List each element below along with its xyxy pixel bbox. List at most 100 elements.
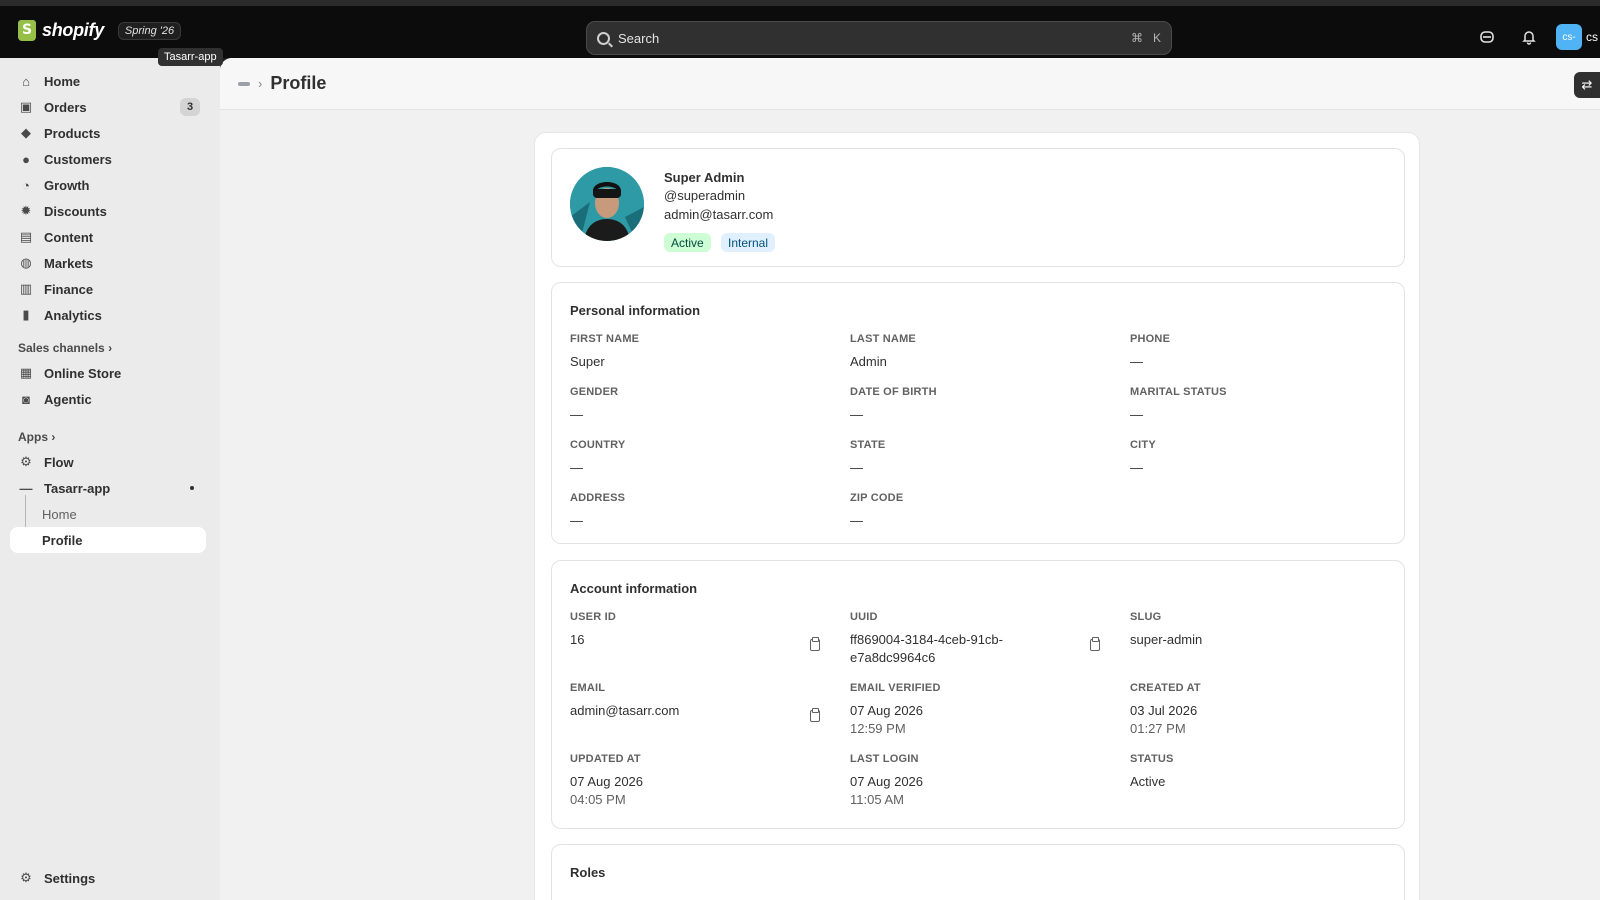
copy-email-icon[interactable] [810, 708, 820, 722]
account-menu[interactable]: cs- cs [1556, 24, 1600, 50]
page-title: Profile [270, 73, 327, 93]
sidebar-item-online-store[interactable]: ▦ Online Store [10, 360, 206, 386]
field-zip-code: ZIP CODE — [850, 492, 903, 530]
field-time: 04:05 PM [570, 792, 626, 807]
field-city: CITY — [1130, 439, 1156, 477]
sidebar-item-label: Markets [44, 255, 94, 271]
copy-user-id-icon[interactable] [810, 637, 820, 651]
field-first-name: FIRST NAME Super [570, 333, 639, 371]
account-avatar: cs- [1556, 24, 1582, 50]
sidebar-item-label: Analytics [44, 307, 102, 323]
app-logo-icon[interactable] [238, 81, 250, 86]
field-value: — [570, 460, 583, 475]
sidebar-item-finance[interactable]: ▥ Finance [10, 276, 206, 302]
field-value: — [850, 407, 863, 422]
sidebar-sub-home[interactable]: Home [10, 501, 206, 527]
home-icon: ⌂ [22, 73, 30, 89]
field-label: FIRST NAME [570, 333, 640, 345]
page-header: › Profile ⇄ [220, 58, 1600, 110]
chevron-right-icon: › [108, 341, 113, 355]
field-label: ADDRESS [570, 492, 626, 504]
profile-username: @superadmin [664, 188, 746, 203]
content-icon: ▤ [19, 229, 33, 244]
sidebar-item-agentic[interactable]: ◙ Agentic [10, 386, 206, 412]
sidebar-sub-profile[interactable]: Profile [10, 527, 206, 553]
top-actions: cs- cs [1472, 22, 1600, 52]
personal-info-title: Personal information [570, 303, 701, 318]
shopify-logo[interactable]: shopify Spring '26 [18, 20, 182, 41]
sales-channels-heading[interactable]: Sales channels › [18, 341, 112, 355]
account-info-title: Account information [570, 581, 698, 596]
field-date-of-birth: DATE OF BIRTH — [850, 386, 937, 424]
field-state: STATE — [850, 439, 885, 477]
sidebar-item-label: Home [44, 73, 81, 89]
sidebar-item-growth[interactable]: ◔ Growth [10, 172, 206, 198]
sidebar-item-flow[interactable]: ⚙ Flow [10, 449, 206, 475]
apps-heading[interactable]: Apps › [18, 430, 55, 444]
sidebar-item-home[interactable]: ⌂ Home [10, 68, 206, 94]
field-phone: PHONE — [1130, 333, 1170, 371]
field-value: — [850, 460, 863, 475]
field-value: 07 Aug 2026 [850, 774, 924, 789]
field-value: — [1130, 407, 1143, 422]
field-time: 12:59 PM [850, 721, 906, 736]
search-bar[interactable]: ⌘ K [586, 21, 1172, 55]
sidebar-item-settings[interactable]: ⚙ Settings [10, 865, 206, 891]
sidebar-item-label: Discounts [44, 203, 107, 219]
field-time: 01:27 PM [1130, 721, 1186, 736]
profile-name: Super Admin [664, 170, 745, 185]
top-bar: shopify Spring '26 ⌘ K cs- cs [0, 0, 1600, 58]
logo-wordmark: shopify [42, 20, 104, 40]
bell-icon[interactable] [1514, 22, 1544, 52]
avatar-portrait [570, 167, 644, 241]
field-time: 11:05 AM [850, 792, 904, 807]
field-value: Super [570, 354, 605, 369]
orders-icon: ▣ [19, 99, 33, 114]
profile-container: Super Admin @superadmin admin@tasarr.com… [534, 132, 1420, 900]
search-input[interactable] [618, 30, 1121, 46]
field-label: SLUG [1130, 611, 1162, 623]
field-label: UUID [850, 611, 878, 623]
field-user-id: USER ID 16 [570, 611, 616, 649]
bank-icon: ▥ [19, 281, 33, 296]
sidebar-item-label: Profile [42, 532, 83, 548]
more-dot-icon[interactable] [190, 486, 194, 490]
sidebar-item-content[interactable]: ▤ Content [10, 224, 206, 250]
sidebar-item-label: Growth [44, 177, 90, 193]
sidebar-item-analytics[interactable]: ▮ Analytics [10, 302, 206, 328]
orders-count-badge: 3 [180, 98, 200, 116]
field-label: ZIP CODE [850, 492, 904, 504]
bell-glyph [1522, 31, 1536, 45]
sidebar-item-markets[interactable]: ◍ Markets [10, 250, 206, 276]
field-label: USER ID [570, 611, 617, 623]
field-value: super-admin [1130, 632, 1203, 647]
profile-card: Super Admin @superadmin admin@tasarr.com… [551, 148, 1405, 267]
personal-info-card: Personal information FIRST NAME Super LA… [551, 282, 1405, 544]
field-slug: SLUG super-admin [1130, 611, 1202, 649]
search-icon [597, 31, 610, 45]
app-icon: — [19, 480, 33, 496]
agent-icon: ◙ [22, 391, 30, 407]
sidebar-item-discounts[interactable]: ✹ Discounts [10, 198, 206, 224]
field-label: STATUS [1130, 753, 1174, 765]
copy-uuid-icon[interactable] [1090, 637, 1100, 651]
sidebar-item-orders[interactable]: ▣ Orders 3 [10, 94, 206, 120]
field-label: LAST NAME [850, 333, 916, 345]
shopify-bag-icon [18, 20, 36, 41]
field-label: EMAIL VERIFIED [850, 682, 941, 694]
field-status: STATUS Active [1130, 753, 1174, 791]
sidekick-glyph [1480, 31, 1494, 43]
avatar [570, 167, 644, 241]
field-label: UPDATED AT [570, 753, 641, 765]
sidekick-icon[interactable] [1472, 22, 1502, 52]
field-value: 07 Aug 2026 [570, 774, 644, 789]
refresh-icon[interactable]: ⇄ [1574, 72, 1600, 98]
sidebar-item-products[interactable]: ◆ Products [10, 120, 206, 146]
field-address: ADDRESS — [570, 492, 625, 530]
field-label: MARITAL STATUS [1130, 386, 1227, 398]
edition-badge[interactable]: Spring '26 [117, 21, 182, 40]
sidebar-item-customers[interactable]: ● Customers [10, 146, 206, 172]
field-email: EMAIL admin@tasarr.com [570, 682, 679, 720]
sidebar-item-tasarr-app[interactable]: — Tasarr-app [10, 475, 206, 501]
field-value: admin@tasarr.com [570, 703, 680, 718]
